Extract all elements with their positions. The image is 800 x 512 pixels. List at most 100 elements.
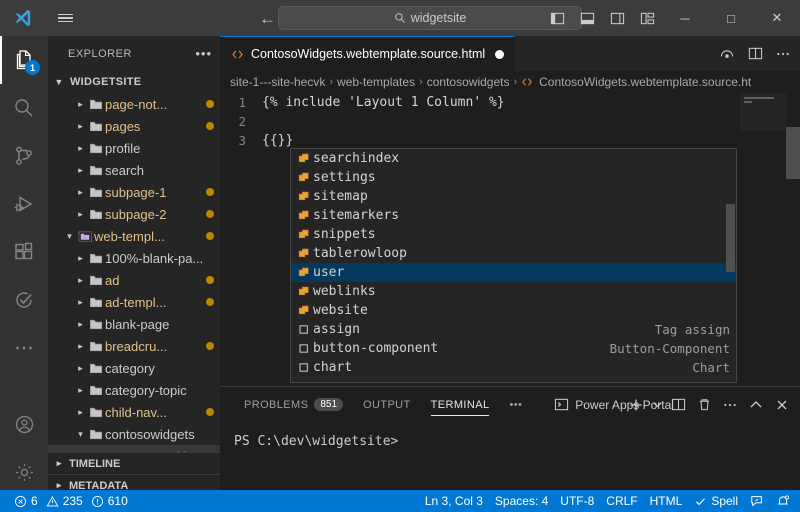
close-button[interactable]: ✕ xyxy=(754,0,800,36)
toggle-panel-icon[interactable] xyxy=(572,0,602,36)
editor-tab[interactable]: ContosoWidgets.webtemplate.source.html xyxy=(220,36,516,71)
minimize-button[interactable]: ─ xyxy=(662,0,708,36)
explorer-root-section[interactable]: ▼ WIDGETSITE xyxy=(48,71,220,93)
activity-item-accounts[interactable] xyxy=(0,400,48,448)
breadcrumb-item-0[interactable]: site-1---site-hecvk xyxy=(230,75,325,89)
toggle-secondary-sidebar-icon[interactable] xyxy=(602,0,632,36)
chevron-right-icon[interactable]: ▸ xyxy=(74,143,87,154)
status-indentation[interactable]: Spaces: 4 xyxy=(489,490,554,512)
chevron-right-icon[interactable]: ▸ xyxy=(74,319,87,330)
file-tree-item[interactable]: ▸ subpage-2 xyxy=(48,203,220,225)
chevron-right-icon[interactable]: ▸ xyxy=(74,275,87,286)
activity-item-testing[interactable] xyxy=(0,276,48,324)
file-tree-item[interactable]: ▸ blank-page xyxy=(48,313,220,335)
activity-item-extensions[interactable] xyxy=(0,228,48,276)
customize-layout-icon[interactable] xyxy=(632,0,662,36)
panel-more-tabs[interactable]: ••• xyxy=(499,387,532,422)
suggestion-item[interactable]: sitemarkers xyxy=(291,206,736,225)
suggestion-item[interactable]: chart Chart xyxy=(291,358,736,377)
chevron-right-icon[interactable]: ▸ xyxy=(74,209,87,220)
suggestion-list[interactable]: searchindex settings sitemap sitemarkers sni… xyxy=(291,149,736,377)
suggestion-item[interactable]: tablerowloop xyxy=(291,244,736,263)
file-tree-item[interactable]: ▸ category-topic xyxy=(48,379,220,401)
terminal-dropdown-icon[interactable] xyxy=(650,392,664,418)
status-problems[interactable]: 6 235 610 xyxy=(8,490,134,512)
file-tree-item-selected[interactable]: ContosoWidg xyxy=(48,445,220,452)
suggestion-item[interactable]: sitemap xyxy=(291,187,736,206)
suggestion-item[interactable]: searchindex xyxy=(291,149,736,168)
suggestion-item[interactable]: weblinks xyxy=(291,282,736,301)
activity-item-explorer[interactable]: 1 xyxy=(0,36,48,84)
chevron-right-icon[interactable]: ▸ xyxy=(74,407,87,418)
command-center-search[interactable]: widgetsite xyxy=(278,6,582,30)
editor-scrollbar-thumb[interactable] xyxy=(786,127,800,179)
explorer-more-actions[interactable]: ••• xyxy=(195,46,212,61)
kill-terminal-icon[interactable] xyxy=(692,392,716,418)
file-tree-item[interactable]: ▸ breadcru... xyxy=(48,335,220,357)
activity-item-search[interactable] xyxy=(0,84,48,132)
chevron-right-icon[interactable]: ▸ xyxy=(74,341,87,352)
suggestion-item[interactable]: assign Tag assign xyxy=(291,320,736,339)
file-tree-item[interactable]: ▸ ad-templ... xyxy=(48,291,220,313)
toggle-primary-sidebar-icon[interactable] xyxy=(542,0,572,36)
suggestion-item[interactable]: website xyxy=(291,301,736,320)
status-cursor-position[interactable]: Ln 3, Col 3 xyxy=(419,490,489,512)
file-tree-item[interactable]: ▸ category xyxy=(48,357,220,379)
more-actions-icon[interactable] xyxy=(770,40,796,68)
split-terminal-icon[interactable] xyxy=(666,392,690,418)
maximize-panel-icon[interactable] xyxy=(744,392,768,418)
file-tree-item[interactable]: ▸ page-not... xyxy=(48,93,220,115)
status-spell-checker[interactable]: Spell xyxy=(688,490,744,512)
file-tree-item[interactable]: ▸ search xyxy=(48,159,220,181)
chevron-right-icon[interactable]: ▸ xyxy=(74,187,87,198)
breadcrumb-item-3[interactable]: ContosoWidgets.webtemplate.source.ht xyxy=(539,75,751,89)
chevron-down-icon[interactable]: ▾ xyxy=(74,429,87,440)
status-encoding[interactable]: UTF-8 xyxy=(554,490,600,512)
chevron-right-icon[interactable]: ▸ xyxy=(74,165,87,176)
file-tree-item[interactable]: ▸ child-nav... xyxy=(48,401,220,423)
chevron-right-icon[interactable]: ▸ xyxy=(74,253,87,264)
panel-more-icon[interactable] xyxy=(718,392,742,418)
suggestion-widget[interactable]: searchindex settings sitemap sitemarkers sni… xyxy=(290,148,737,383)
status-eol[interactable]: CRLF xyxy=(600,490,643,512)
chevron-right-icon[interactable]: ▸ xyxy=(74,99,87,110)
panel-tab-output[interactable]: OUTPUT xyxy=(353,387,421,422)
terminal-output[interactable]: PS C:\dev\widgetsite> xyxy=(220,422,800,449)
panel-tab-problems[interactable]: PROBLEMS 851 xyxy=(234,387,353,422)
chevron-right-icon[interactable]: ▸ xyxy=(74,297,87,308)
suggestion-item-selected[interactable]: user xyxy=(291,263,736,282)
maximize-button[interactable]: □ xyxy=(708,0,754,36)
minimap-slider[interactable] xyxy=(740,93,786,131)
activity-item-run-and-debug[interactable] xyxy=(0,180,48,228)
new-terminal-icon[interactable] xyxy=(624,392,648,418)
split-editor-icon[interactable] xyxy=(742,40,768,68)
close-panel-icon[interactable] xyxy=(770,392,794,418)
file-tree-item[interactable]: ▸ pages xyxy=(48,115,220,137)
file-tree-item[interactable]: ▸ profile xyxy=(48,137,220,159)
file-tree-item[interactable]: ▾ web-templ... xyxy=(48,225,220,247)
chevron-right-icon[interactable]: ▸ xyxy=(74,385,87,396)
panel-tab-terminal[interactable]: TERMINAL xyxy=(421,387,500,422)
suggestion-item[interactable]: settings xyxy=(291,168,736,187)
file-tree[interactable]: ▸ page-not... ▸ pages ▸ profile ▸ search ▸ subpag… xyxy=(48,93,220,452)
suggestion-item[interactable]: button-component Button-Component xyxy=(291,339,736,358)
file-tree-item[interactable]: ▸ 100%-blank-pa... xyxy=(48,247,220,269)
breadcrumb-item-2[interactable]: contosowidgets xyxy=(427,75,510,89)
status-language-mode[interactable]: HTML xyxy=(644,490,689,512)
arrow-left-icon[interactable]: ← xyxy=(259,10,276,27)
activity-item-manage[interactable] xyxy=(0,448,48,496)
chevron-down-icon[interactable]: ▾ xyxy=(63,231,76,242)
chevron-right-icon[interactable]: ▸ xyxy=(74,121,87,132)
breadcrumb-item-1[interactable]: web-templates xyxy=(337,75,415,89)
file-tree-item[interactable]: ▸ subpage-1 xyxy=(48,181,220,203)
file-tree-item[interactable]: ▾ contosowidgets xyxy=(48,423,220,445)
hamburger-menu-icon[interactable] xyxy=(46,0,84,36)
dirty-indicator[interactable] xyxy=(495,49,505,59)
suggestion-scrollbar[interactable] xyxy=(726,149,736,382)
chevron-right-icon[interactable]: ▸ xyxy=(74,363,87,374)
preview-icon[interactable] xyxy=(714,40,740,68)
status-feedback[interactable] xyxy=(744,490,770,512)
activity-item-additional-views[interactable] xyxy=(0,324,48,372)
activity-item-source-control[interactable] xyxy=(0,132,48,180)
file-tree-item[interactable]: ▸ ad xyxy=(48,269,220,291)
